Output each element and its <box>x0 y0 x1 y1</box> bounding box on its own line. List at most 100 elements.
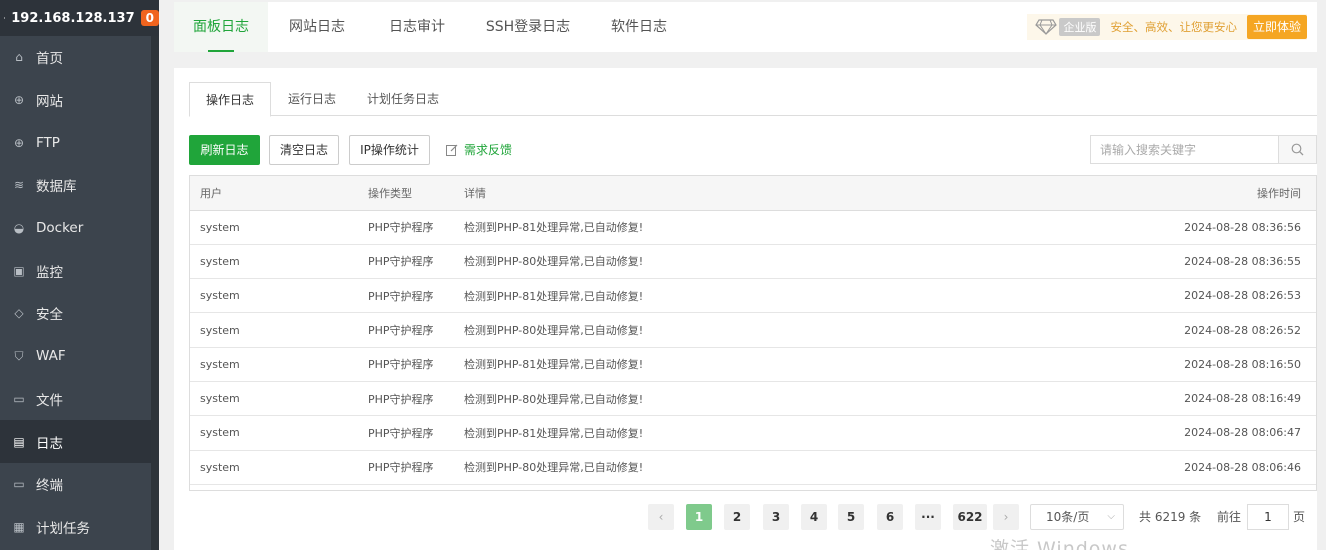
sidebar-item-label: FTP <box>36 134 60 151</box>
server-logo-icon <box>4 17 6 19</box>
log-icon: ▤ <box>13 434 25 449</box>
sidebar-item-9[interactable]: ▤ 日志 <box>0 420 151 463</box>
sidebar-item-0[interactable]: ⌂ 首页 <box>0 36 151 79</box>
sidebar-item-10[interactable]: ▭ 终端 <box>0 463 151 506</box>
table-row: system PHP守护程序 检测到PHP-80处理异常,已自动修复! 2024-08… <box>190 450 1316 485</box>
cell-user: system <box>190 347 358 382</box>
sidebar-item-2[interactable]: ⊕ FTP <box>0 121 151 164</box>
cell-details: 检测到PHP-81处理异常,已自动修复! <box>454 210 1116 245</box>
tab-site-log[interactable]: 网站日志 <box>270 2 364 52</box>
table-row: system PHP守护程序 检测到PHP-81处理异常,已自动修复! 2024-08… <box>190 415 1316 451</box>
page-button-1[interactable]: 1 <box>686 504 712 530</box>
cell-operation-type: PHP守护程序 <box>358 381 454 417</box>
sidebar-header: 192.168.128.137 0 <box>0 0 159 36</box>
docker-icon: ◒ <box>13 221 25 236</box>
windows-activation-watermark: 激活 Windows <box>990 538 1129 550</box>
try-now-button[interactable]: 立即体验 <box>1246 15 1307 39</box>
enterprise-promo: 企业版 安全、高效、让您更安心 立即体验 <box>1027 14 1307 40</box>
search-input[interactable] <box>1091 136 1278 163</box>
next-page-button[interactable]: › <box>993 504 1019 530</box>
database-icon: ≋ <box>13 178 25 193</box>
tab-ssh-log[interactable]: SSH登录日志 <box>474 2 582 52</box>
cell-operation-type: PHP守护程序 <box>358 312 454 348</box>
enterprise-slogan: 安全、高效、让您更安心 <box>1110 20 1237 34</box>
page-button-2[interactable]: 2 <box>724 504 750 530</box>
search-box <box>1090 135 1317 164</box>
tab-cron-log[interactable]: 计划任务日志 <box>357 82 449 116</box>
cell-details: 检测到PHP-81处理异常,已自动修复! <box>454 347 1116 382</box>
diamond-icon <box>1035 19 1058 35</box>
sidebar-item-label: 日志 <box>36 435 63 452</box>
shield-check-icon: ◇ <box>14 306 24 321</box>
tab-operation-log[interactable]: 操作日志 <box>189 82 271 117</box>
cell-operation-type: PHP守护程序 <box>358 415 454 451</box>
cell-details: 检测到PHP-80处理异常,已自动修复! <box>454 244 1116 280</box>
cell-details: 检测到PHP-81处理异常,已自动修复! <box>454 415 1116 451</box>
pagination-bar: ‹ 1 2 3 4 5 6 ··· 622 › 10条/页 ⌵ 共 6219 条前往 1 页 <box>174 504 1317 530</box>
cell-user: system <box>190 278 358 314</box>
sidebar-item-3[interactable]: ≋ 数据库 <box>0 164 151 207</box>
sidebar-item-1[interactable]: ⊕ 网站 <box>0 79 151 122</box>
header-operation-time: 操作时间 <box>1116 176 1316 211</box>
table-header-row: 用户 操作类型 详情 操作时间 <box>190 176 1316 211</box>
page-size-select[interactable]: 10条/页 ⌵ <box>1030 504 1124 530</box>
shield-icon: ⛉ <box>14 348 24 363</box>
tab-panel-log[interactable]: 面板日志 <box>174 2 268 52</box>
page-button-4[interactable]: 4 <box>801 504 827 530</box>
log-table-container[interactable]: 用户 操作类型 详情 操作时间 system PHP守护程序 检测到PHP-81处理… <box>189 175 1317 491</box>
cell-operation-time: 2024-08-28 08:36:55 <box>1116 244 1316 280</box>
cell-operation-time: 2024-08-28 08:06:47 <box>1116 415 1316 451</box>
cell-operation-time: 2024-08-28 08:16:49 <box>1116 381 1316 417</box>
sidebar-item-label: 数据库 <box>36 179 77 196</box>
cell-user: system <box>190 210 358 245</box>
sidebar-item-label: 监控 <box>36 264 63 281</box>
globe-icon: ⊕ <box>13 93 25 108</box>
page-button-622[interactable]: 622 <box>953 504 987 530</box>
search-button[interactable] <box>1278 136 1316 163</box>
table-row: system PHP守护程序 检测到PHP-81处理异常,已自动修复! 2024-08… <box>190 210 1316 245</box>
sidebar-nav: ⌂ 首页 ⊕ 网站 ⊕ FTP ≋ 数据库 ◒ Docker ▣ 监控 ◇ 安全 ⛉ WAF ▭ 文件 ▤ 日志 ▭ 终端… <box>0 36 151 548</box>
terminal-icon: ▭ <box>13 477 25 492</box>
page-button-3[interactable]: 3 <box>763 504 789 530</box>
goto-label: 前往 <box>1217 510 1242 524</box>
sidebar-item-label: WAF <box>36 348 66 365</box>
page-button-6[interactable]: 6 <box>877 504 903 530</box>
message-count-badge[interactable]: 0 <box>140 10 159 26</box>
log-sub-tabs: 操作日志 运行日志 计划任务日志 <box>189 82 1317 117</box>
ftp-globe-icon: ⊕ <box>13 135 25 150</box>
sidebar: 192.168.128.137 0 ⌂ 首页 ⊕ 网站 ⊕ FTP ≋ 数据库 ◒ Docker ▣… <box>0 0 159 550</box>
table-row: system PHP守护程序 检测到PHP-81处理异常,已自动修复! 2024-08… <box>190 278 1316 314</box>
page-ellipsis[interactable]: ··· <box>915 504 941 530</box>
tab-software-log[interactable]: 软件日志 <box>594 2 684 52</box>
sidebar-item-6[interactable]: ◇ 安全 <box>0 292 151 335</box>
feedback-link[interactable]: 需求反馈 <box>446 135 512 165</box>
sidebar-scrollbar[interactable] <box>151 36 159 550</box>
cell-operation-type: PHP守护程序 <box>358 450 454 485</box>
edit-icon <box>446 144 458 156</box>
calendar-icon: ▦ <box>13 519 25 534</box>
page-button-5[interactable]: 5 <box>838 504 864 530</box>
sidebar-item-11[interactable]: ▦ 计划任务 <box>0 506 151 549</box>
tab-log-audit[interactable]: 日志审计 <box>370 2 464 52</box>
ip-stats-button[interactable]: IP操作统计 <box>349 135 430 165</box>
sidebar-item-4[interactable]: ◒ Docker <box>0 207 151 250</box>
cell-operation-type: PHP守护程序 <box>358 347 454 382</box>
goto-page-input[interactable]: 1 <box>1247 504 1289 530</box>
sidebar-item-7[interactable]: ⛉ WAF <box>0 335 151 378</box>
chevron-down-icon: ⌵ <box>1107 511 1115 522</box>
cell-user: system <box>190 244 358 280</box>
header-operation-type: 操作类型 <box>358 176 454 211</box>
sidebar-item-label: 计划任务 <box>36 520 90 537</box>
sidebar-item-label: 安全 <box>36 307 63 324</box>
page-unit-label: 页 <box>1293 510 1306 524</box>
sidebar-item-5[interactable]: ▣ 监控 <box>0 249 151 292</box>
main-panel: 操作日志 运行日志 计划任务日志 刷新日志 清空日志 IP操作统计 需求反馈 用… <box>174 68 1317 550</box>
monitor-icon: ▣ <box>13 263 25 278</box>
prev-page-button[interactable]: ‹ <box>648 504 674 530</box>
refresh-log-button[interactable]: 刷新日志 <box>189 135 260 165</box>
feedback-label: 需求反馈 <box>464 143 513 157</box>
tab-run-log[interactable]: 运行日志 <box>277 82 347 116</box>
sidebar-item-8[interactable]: ▭ 文件 <box>0 378 151 421</box>
clear-log-button[interactable]: 清空日志 <box>269 135 339 165</box>
table-row: system PHP守护程序 检测到PHP-80处理异常,已自动修复! 2024-08… <box>190 244 1316 280</box>
